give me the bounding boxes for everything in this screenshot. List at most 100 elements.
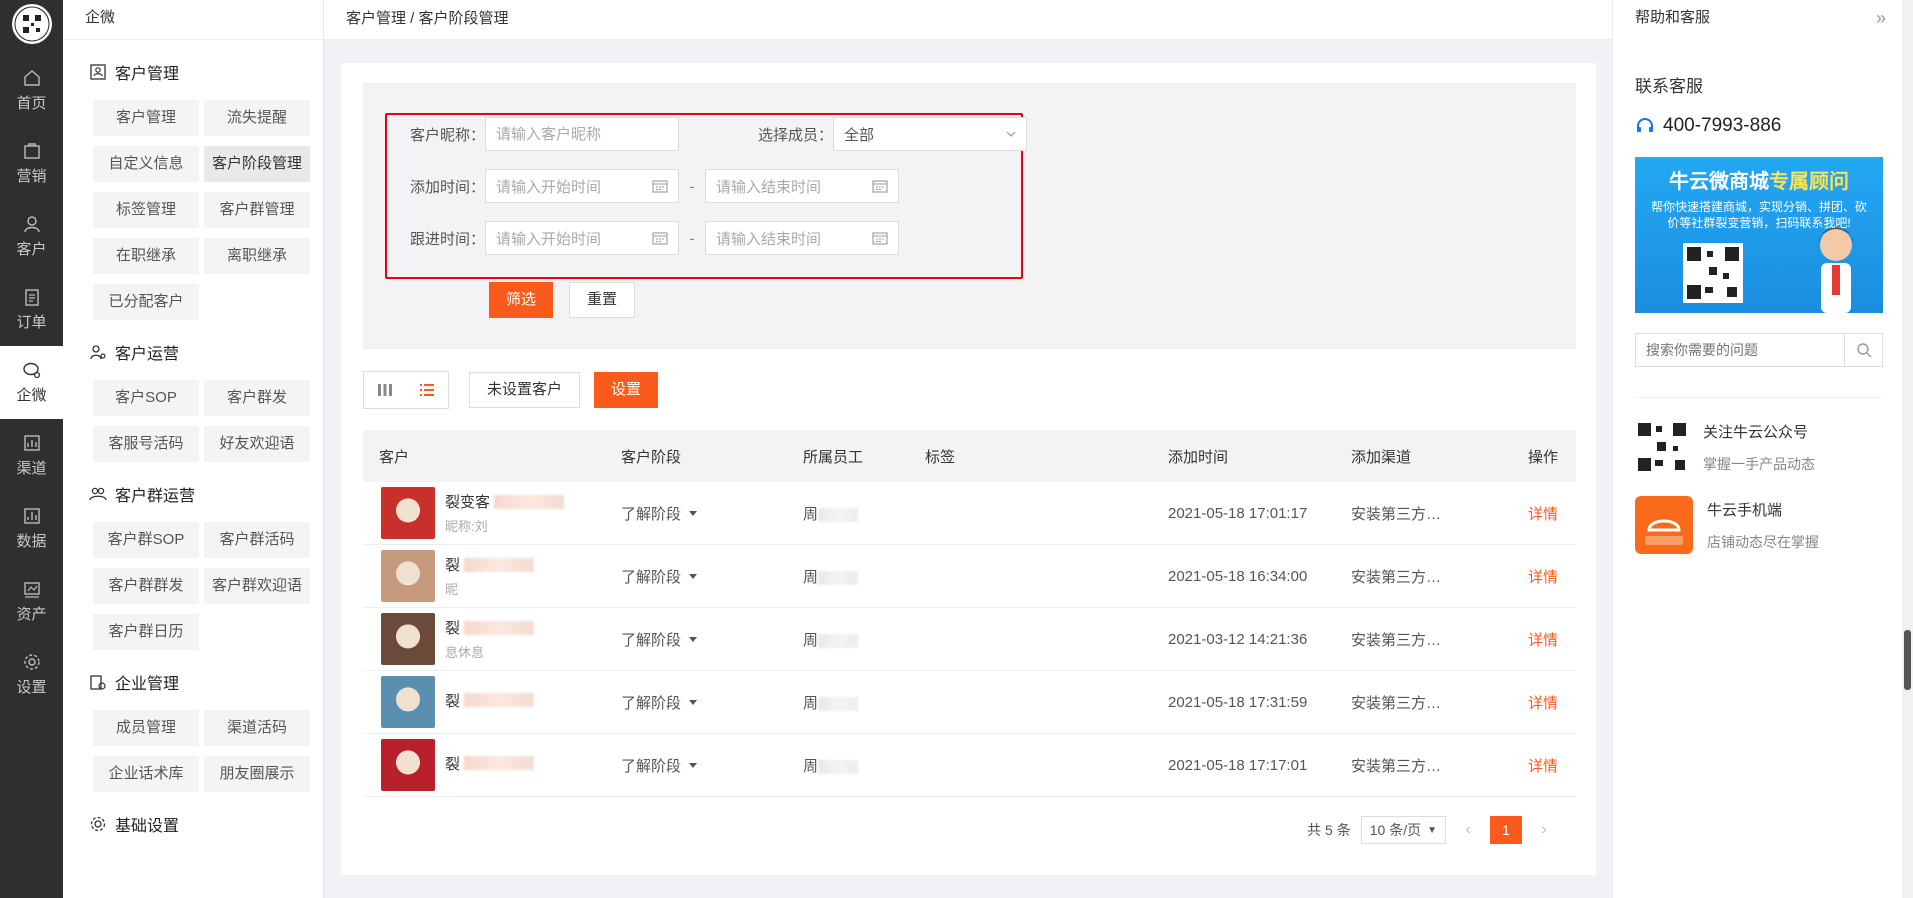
search-button[interactable] — [1844, 334, 1882, 366]
member-select-value: 全部 — [844, 126, 875, 144]
collapse-icon[interactable]: » — [1876, 0, 1886, 38]
follow-time-start-input[interactable]: 请输入开始时间 — [485, 221, 679, 255]
help-search — [1635, 333, 1883, 367]
detail-link[interactable]: 详情 — [1528, 695, 1558, 712]
group-title[interactable]: 基础设置 — [89, 806, 323, 842]
scrollbar-thumb[interactable] — [1904, 630, 1911, 690]
consultant-banner[interactable]: 牛云微商城专属顾问 帮你快速搭建商城，实现分销、拼团、砍价等社群裂变营销，扫码联… — [1635, 157, 1883, 313]
stage-value: 了解阶段 — [621, 568, 682, 586]
sidebar-item-member-management[interactable]: 成员管理 — [93, 710, 199, 746]
contact-card-icon — [90, 64, 106, 80]
staff-cell: 周 — [803, 629, 925, 650]
sidebar-item-customer-broadcast[interactable]: 客户群发 — [204, 380, 310, 416]
prev-page-button[interactable]: ‹ — [1454, 816, 1482, 844]
stage-dropdown[interactable]: 了解阶段 — [621, 629, 803, 650]
col-header-add-time: 添加时间 — [1168, 448, 1229, 466]
detail-link[interactable]: 详情 — [1528, 632, 1558, 649]
sidebar-item-group-code[interactable]: 客户群活码 — [204, 522, 310, 558]
customer-cell: 裂变客 昵称:刘 — [363, 487, 621, 539]
stage-dropdown[interactable]: 了解阶段 — [621, 692, 803, 713]
help-search-input[interactable] — [1636, 334, 1844, 366]
app-logo[interactable] — [11, 4, 52, 44]
marketing-icon — [23, 143, 40, 159]
sidebar-item-group-calendar[interactable]: 客户群日历 — [93, 614, 199, 650]
sidebar-item-service-code[interactable]: 客服号活码 — [93, 426, 199, 462]
blurred-text — [818, 570, 859, 585]
unset-customers-button[interactable]: 未设置客户 — [469, 372, 581, 408]
sidebar-item-customer-stage[interactable]: 客户阶段管理 — [204, 146, 310, 182]
home-icon — [23, 70, 40, 86]
rail-item-order[interactable]: 订单 — [0, 273, 63, 346]
placeholder-text: 请输入开始时间 — [496, 178, 602, 196]
sidebar-item-customer-sop[interactable]: 客户SOP — [93, 380, 199, 416]
pagination: 共 5 条 10 条/页 ▼ ‹ 1 › — [1307, 816, 1558, 844]
next-page-button[interactable]: › — [1530, 816, 1558, 844]
customer-nickname: 昵 — [445, 582, 459, 597]
stage-dropdown[interactable]: 了解阶段 — [621, 566, 803, 587]
page-scrollbar[interactable] — [1902, 0, 1913, 898]
caret-down-icon — [689, 636, 698, 642]
caret-down-icon — [689, 762, 698, 768]
mobile-app[interactable]: 牛云手机端 店铺动态尽在掌握 — [1635, 496, 1902, 554]
stage-value: 了解阶段 — [621, 694, 682, 712]
calendar-icon — [872, 232, 888, 245]
contact-title: 联系客服 — [1635, 77, 1703, 96]
add-time-start-input[interactable]: 请输入开始时间 — [485, 169, 679, 203]
caret-down-icon — [689, 510, 698, 516]
add-time-end-input[interactable]: 请输入结束时间 — [705, 169, 899, 203]
column-view-icon — [378, 384, 392, 396]
rail-label: 客户 — [16, 241, 47, 258]
sidebar-item-channel-code[interactable]: 渠道活码 — [204, 710, 310, 746]
set-button[interactable]: 设置 — [594, 372, 659, 408]
detail-link[interactable]: 详情 — [1528, 506, 1558, 523]
rail-label: 订单 — [16, 314, 47, 331]
sidebar-item-moments[interactable]: 朋友圈展示 — [204, 756, 310, 792]
sidebar-item-group-management[interactable]: 客户群管理 — [204, 192, 310, 228]
rail-item-customer[interactable]: 客户 — [0, 200, 63, 273]
current-page[interactable]: 1 — [1490, 816, 1522, 844]
sidebar-item-custom-info[interactable]: 自定义信息 — [93, 146, 199, 182]
rail-item-asset[interactable]: 资产 — [0, 565, 63, 638]
group-title-text: 基础设置 — [115, 818, 180, 835]
stage-dropdown[interactable]: 了解阶段 — [621, 503, 803, 524]
reset-button[interactable]: 重置 — [569, 282, 636, 318]
sidebar-item-customer-management[interactable]: 客户管理 — [93, 100, 199, 136]
help-panel: 帮助和客服 » 联系客服 400-7993-886 牛云微商城专属顾问 帮你快速… — [1612, 0, 1902, 898]
detail-link[interactable]: 详情 — [1528, 758, 1558, 775]
rail-item-home[interactable]: 首页 — [0, 54, 63, 127]
rail-item-wecom[interactable]: 企微 — [0, 346, 63, 419]
placeholder-text: 请输入结束时间 — [716, 230, 822, 248]
sidebar-item-assigned[interactable]: 已分配客户 — [93, 284, 199, 320]
group-basic-settings: 基础设置 — [63, 806, 323, 842]
filter-button[interactable]: 筛选 — [489, 282, 554, 318]
col-header-customer: 客户 — [379, 448, 410, 466]
rail-item-data[interactable]: 数据 — [0, 492, 63, 565]
member-select[interactable]: 全部 — [833, 117, 1027, 151]
follow-time-end-input[interactable]: 请输入结束时间 — [705, 221, 899, 255]
range-dash: - — [689, 230, 695, 246]
wecom-icon — [22, 362, 40, 379]
detail-link[interactable]: 详情 — [1528, 569, 1558, 586]
sidebar-item-resign-inherit[interactable]: 离职继承 — [204, 238, 310, 274]
rail-item-settings[interactable]: 设置 — [0, 638, 63, 711]
nickname-input[interactable] — [485, 117, 679, 151]
follow-official-account[interactable]: 关注牛云公众号 掌握一手产品动态 — [1635, 420, 1902, 474]
sidebar-item-tag-management[interactable]: 标签管理 — [93, 192, 199, 228]
page-size-select[interactable]: 10 条/页 ▼ — [1360, 816, 1446, 844]
sidebar-item-group-broadcast[interactable]: 客户群群发 — [93, 568, 199, 604]
sidebar-item-onjob-inherit[interactable]: 在职继承 — [93, 238, 199, 274]
stage-dropdown[interactable]: 了解阶段 — [621, 755, 803, 776]
stage-value: 了解阶段 — [621, 757, 682, 775]
group-title: 客户群运营 — [89, 476, 323, 512]
breadcrumb: 客户管理 / 客户阶段管理 — [324, 0, 1612, 40]
view-toggle-grid[interactable] — [364, 372, 406, 408]
sidebar-item-welcome[interactable]: 好友欢迎语 — [204, 426, 310, 462]
sidebar-item-group-welcome[interactable]: 客户群欢迎语 — [204, 568, 310, 604]
sidebar-item-churn-alert[interactable]: 流失提醒 — [204, 100, 310, 136]
rail-item-channel[interactable]: 渠道 — [0, 419, 63, 492]
sidebar-item-script-library[interactable]: 企业话术库 — [93, 756, 199, 792]
rail-item-marketing[interactable]: 营销 — [0, 127, 63, 200]
sidebar-item-group-sop[interactable]: 客户群SOP — [93, 522, 199, 558]
page-size-value: 10 条/页 — [1369, 822, 1422, 838]
view-toggle-list[interactable] — [406, 372, 448, 408]
